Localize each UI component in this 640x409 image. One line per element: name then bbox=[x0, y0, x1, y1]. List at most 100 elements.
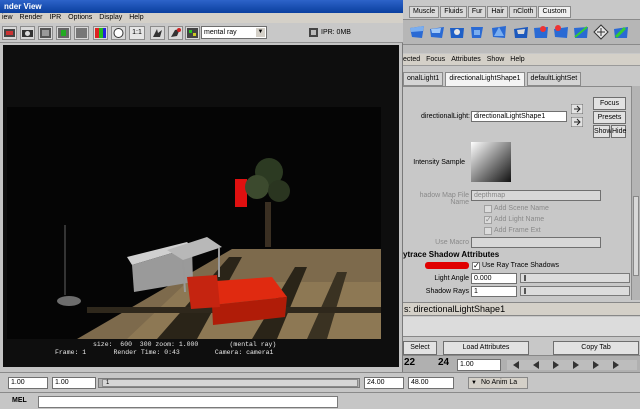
rgb-channels-icon[interactable] bbox=[93, 26, 108, 40]
range-bar[interactable]: 1 bbox=[98, 378, 360, 388]
cloth-cache-icon[interactable] bbox=[491, 23, 507, 41]
animation-end-field[interactable]: 48.00 bbox=[408, 377, 454, 389]
attribute-editor-menubar: ected Focus Attributes Show Help bbox=[403, 54, 640, 66]
range-thumb-label: 1 bbox=[106, 380, 110, 386]
input-connection-icon[interactable] bbox=[571, 104, 583, 114]
cloth-transform-icon[interactable] bbox=[513, 23, 529, 41]
cloth-attract-icon[interactable] bbox=[553, 23, 569, 41]
notes-area[interactable] bbox=[403, 317, 640, 337]
shadow-map-file-field[interactable]: depthmap bbox=[471, 190, 601, 201]
hide-button[interactable]: Hide bbox=[611, 125, 626, 138]
cloth-grid-icon[interactable] bbox=[593, 23, 609, 41]
render-info-size: size: 600 300 zoom: 1.000 (mental ray) bbox=[93, 341, 277, 348]
attribute-editor-buttons: Select Load Attributes Copy Tab bbox=[403, 340, 640, 355]
playback-end-field[interactable]: 24.00 bbox=[364, 377, 404, 389]
cloth-constraint-icon[interactable] bbox=[469, 23, 485, 41]
shelf-separator bbox=[403, 45, 640, 53]
shelf-tab-ncloth[interactable]: nCloth bbox=[509, 6, 538, 18]
use-macro-label: Use Macro bbox=[435, 239, 469, 246]
snapshot-camera-icon[interactable] bbox=[20, 26, 35, 40]
ipr-memory-icon bbox=[309, 28, 318, 37]
playback-controls[interactable] bbox=[507, 360, 637, 370]
light-angle-label: Light Angle bbox=[434, 275, 469, 282]
rendered-image bbox=[7, 107, 381, 339]
cloth-edge-icon[interactable] bbox=[573, 23, 589, 41]
intensity-sample-label: Intensity Sample bbox=[413, 159, 465, 166]
redo-render-icon[interactable] bbox=[2, 26, 17, 40]
add-scene-name-checkbox[interactable] bbox=[484, 205, 492, 213]
shelf-tab-custom[interactable]: Custom bbox=[538, 6, 571, 18]
light-angle-slider[interactable] bbox=[520, 273, 630, 283]
shelf-tab-hair[interactable]: Hair bbox=[487, 6, 509, 18]
chevron-down-icon: ▼ bbox=[256, 28, 265, 37]
timeline-tick-22: 22 bbox=[404, 357, 416, 368]
menu-display[interactable]: Display bbox=[99, 13, 122, 23]
render-region-icon[interactable] bbox=[38, 26, 53, 40]
range-thumb[interactable]: 1 bbox=[102, 379, 358, 387]
mel-label[interactable]: MEL bbox=[12, 397, 27, 404]
render-settings-icon[interactable] bbox=[185, 26, 200, 40]
menu-view[interactable]: iew bbox=[2, 13, 13, 23]
shadow-rays-slider[interactable] bbox=[520, 286, 630, 296]
output-connection-icon[interactable] bbox=[571, 117, 583, 127]
cloth-create-icon[interactable] bbox=[429, 23, 445, 41]
shadow-rays-field[interactable]: 1 bbox=[471, 286, 517, 297]
node-type-label: directionalLight: bbox=[420, 113, 470, 120]
remove-image-icon[interactable] bbox=[168, 26, 183, 40]
select-button[interactable]: Select bbox=[403, 341, 437, 355]
light-angle-field[interactable]: 0.000 bbox=[471, 273, 517, 284]
keep-image-icon[interactable] bbox=[150, 26, 165, 40]
menu-options[interactable]: Options bbox=[68, 13, 92, 23]
add-frame-ext-label: Add Frame Ext bbox=[494, 227, 541, 234]
ae-menu-show[interactable]: Show bbox=[487, 54, 505, 65]
shelf-tab-muscle[interactable]: Muscle bbox=[409, 6, 440, 18]
menu-help[interactable]: Help bbox=[129, 13, 143, 23]
ae-menu-selected[interactable]: ected bbox=[403, 54, 420, 65]
animation-start-field[interactable]: 1.00 bbox=[8, 377, 48, 389]
load-attributes-button[interactable]: Load Attributes bbox=[443, 341, 529, 355]
add-scene-name-label: Add Scene Name bbox=[494, 205, 549, 212]
ae-menu-help[interactable]: Help bbox=[510, 54, 524, 65]
ae-menu-attributes[interactable]: Attributes bbox=[451, 54, 481, 65]
playback-start-field[interactable]: 1.00 bbox=[52, 377, 96, 389]
cloth-tool-icon[interactable] bbox=[409, 23, 425, 41]
command-input[interactable] bbox=[38, 396, 338, 408]
scrollbar-thumb[interactable] bbox=[633, 196, 639, 276]
cloth-paint-icon[interactable] bbox=[613, 23, 629, 41]
time-slider[interactable]: 22 24 1.00 bbox=[403, 355, 640, 373]
presets-button[interactable]: Presets bbox=[593, 111, 626, 124]
ae-menu-focus[interactable]: Focus bbox=[426, 54, 445, 65]
render-view-menubar: iew Render IPR Options Display Help bbox=[0, 13, 403, 23]
ipr-render-icon[interactable] bbox=[56, 26, 71, 40]
use-ray-trace-shadows-checkbox[interactable] bbox=[472, 261, 480, 270]
renderer-dropdown[interactable]: mental ray ▼ bbox=[201, 26, 267, 39]
anim-layer-dropdown[interactable]: ▼ No Anim La bbox=[468, 377, 528, 389]
focus-button[interactable]: Focus bbox=[593, 97, 626, 110]
tab-directional-light-shape[interactable]: directionalLightShape1 bbox=[445, 72, 525, 86]
show-button[interactable]: Show bbox=[593, 125, 612, 138]
menu-ipr[interactable]: IPR bbox=[49, 13, 61, 23]
shelf-tabs: Muscle Fluids Fur Hair nCloth Custom bbox=[403, 6, 571, 18]
render-view-toolbar: 1:1 mental ray ▼ IPR: 0MB bbox=[0, 23, 403, 43]
shelf-tab-fur[interactable]: Fur bbox=[467, 6, 487, 18]
menu-render[interactable]: Render bbox=[20, 13, 43, 23]
attribute-editor-body: directionalLight: directionalLightShape1… bbox=[403, 86, 631, 300]
attribute-editor-scrollbar[interactable] bbox=[631, 86, 640, 300]
tab-directional-light[interactable]: onalLight1 bbox=[403, 72, 444, 86]
use-macro-field[interactable] bbox=[471, 237, 601, 248]
cloth-collide-icon[interactable] bbox=[449, 23, 465, 41]
render-canvas[interactable]: size: 600 300 zoom: 1.000 (mental ray) F… bbox=[3, 45, 399, 367]
cloth-point-icon[interactable] bbox=[533, 23, 549, 41]
ipr-memory-label: IPR: 0MB bbox=[321, 29, 351, 36]
current-frame-field[interactable]: 1.00 bbox=[457, 359, 501, 371]
shelf-tab-fluids[interactable]: Fluids bbox=[440, 6, 467, 18]
raytrace-shadow-section[interactable]: ytrace Shadow Attributes bbox=[403, 250, 631, 261]
tab-default-light-set[interactable]: defaultLightSet bbox=[526, 72, 582, 86]
refresh-icon[interactable] bbox=[74, 26, 89, 40]
alpha-channel-icon[interactable] bbox=[111, 26, 126, 40]
real-size-button[interactable]: 1:1 bbox=[129, 26, 145, 40]
copy-tab-button[interactable]: Copy Tab bbox=[553, 341, 639, 355]
add-light-name-checkbox[interactable] bbox=[484, 215, 492, 224]
add-frame-ext-checkbox[interactable] bbox=[484, 227, 492, 235]
node-name-field[interactable]: directionalLightShape1 bbox=[471, 111, 567, 122]
